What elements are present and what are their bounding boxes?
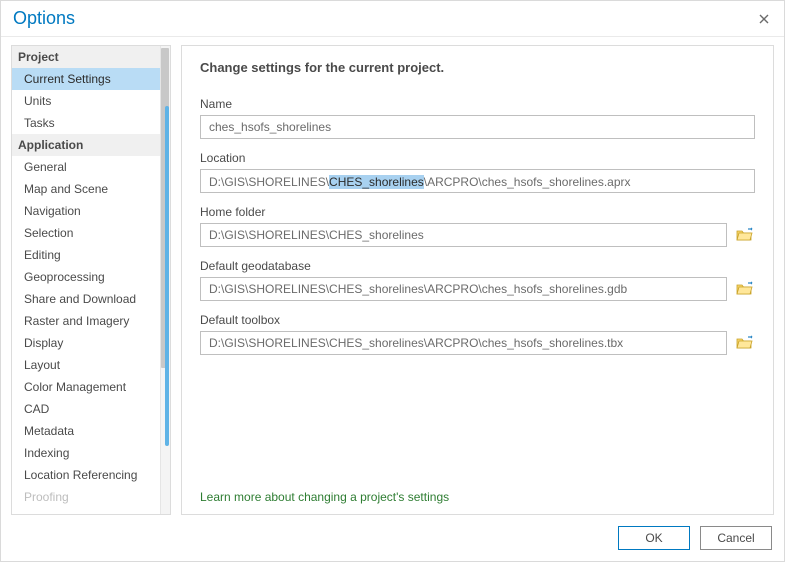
sidebar-item[interactable]: Geoprocessing: [12, 266, 160, 288]
name-field[interactable]: [200, 115, 755, 139]
sidebar-item[interactable]: Editing: [12, 244, 160, 266]
home-folder-label: Home folder: [200, 205, 755, 219]
close-icon[interactable]: [756, 11, 772, 27]
sidebar-item[interactable]: Navigation: [12, 200, 160, 222]
sidebar-item[interactable]: Current Settings: [12, 68, 160, 90]
sidebar-item[interactable]: Location Referencing: [12, 464, 160, 486]
panel-heading: Change settings for the current project.: [200, 60, 755, 75]
titlebar: Options: [1, 1, 784, 37]
dialog-body: ProjectCurrent SettingsUnitsTasksApplica…: [1, 37, 784, 515]
sidebar-item[interactable]: Proofing: [12, 486, 160, 508]
sidebar-category-header: Application: [12, 134, 160, 156]
options-dialog: Options ProjectCurrent SettingsUnitsTask…: [0, 0, 785, 562]
sidebar-item[interactable]: Indexing: [12, 442, 160, 464]
sidebar-item[interactable]: CAD: [12, 398, 160, 420]
sidebar-item[interactable]: Raster and Imagery: [12, 310, 160, 332]
sidebar: ProjectCurrent SettingsUnitsTasksApplica…: [11, 45, 171, 515]
default-tbx-field[interactable]: [200, 331, 727, 355]
sidebar-item[interactable]: Share and Download: [12, 288, 160, 310]
sidebar-item[interactable]: Selection: [12, 222, 160, 244]
folder-open-icon[interactable]: [735, 333, 755, 353]
cancel-button[interactable]: Cancel: [700, 526, 772, 550]
sidebar-item[interactable]: Layout: [12, 354, 160, 376]
location-label: Location: [200, 151, 755, 165]
default-gdb-label: Default geodatabase: [200, 259, 755, 273]
name-label: Name: [200, 97, 755, 111]
default-gdb-field[interactable]: [200, 277, 727, 301]
sidebar-item[interactable]: Display: [12, 332, 160, 354]
location-prefix: D:\GIS\SHORELINES\: [209, 175, 329, 189]
location-suffix: \ARCPRO\ches_hsofs_shorelines.aprx: [424, 175, 631, 189]
scrollbar-track[interactable]: [160, 46, 170, 514]
folder-open-icon[interactable]: [735, 279, 755, 299]
sidebar-item[interactable]: Units: [12, 90, 160, 112]
sidebar-category-header: Project: [12, 46, 160, 68]
location-selection: CHES_shorelines: [329, 175, 424, 189]
footer: OK Cancel: [1, 515, 784, 561]
dialog-title: Options: [13, 8, 75, 29]
ok-button[interactable]: OK: [618, 526, 690, 550]
sidebar-item[interactable]: Tasks: [12, 112, 160, 134]
home-folder-field[interactable]: [200, 223, 727, 247]
learn-more-link[interactable]: Learn more about changing a project's se…: [200, 478, 755, 504]
sidebar-item[interactable]: Color Management: [12, 376, 160, 398]
settings-panel: Change settings for the current project.…: [181, 45, 774, 515]
sidebar-item[interactable]: Map and Scene: [12, 178, 160, 200]
location-field[interactable]: D:\GIS\SHORELINES\CHES_shorelines\ARCPRO…: [200, 169, 755, 193]
folder-open-icon[interactable]: [735, 225, 755, 245]
default-tbx-label: Default toolbox: [200, 313, 755, 327]
scrollbar-thumb-accent[interactable]: [165, 106, 169, 446]
sidebar-item[interactable]: General: [12, 156, 160, 178]
sidebar-item[interactable]: Metadata: [12, 420, 160, 442]
